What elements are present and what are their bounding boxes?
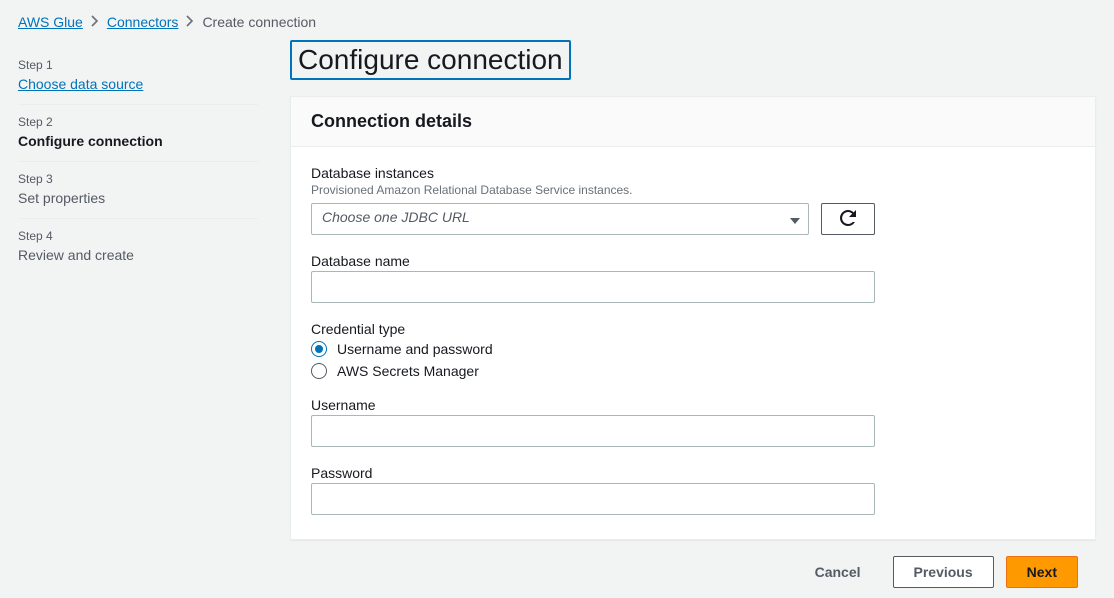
refresh-icon [840,210,856,229]
database-name-field: Database name [311,253,1075,303]
wizard-footer: Cancel Previous Next [290,540,1096,588]
username-field: Username [311,397,1075,447]
caret-down-icon [790,211,800,227]
field-label: Credential type [311,321,1075,337]
username-input[interactable] [311,415,875,447]
step-number: Step 2 [18,115,258,129]
step-title: Review and create [18,247,258,263]
credential-type-field: Credential type Username and password AW… [311,321,1075,379]
breadcrumb-current: Create connection [202,14,316,30]
field-description: Provisioned Amazon Relational Database S… [311,183,1075,197]
step-title: Set properties [18,190,258,206]
database-instances-field: Database instances Provisioned Amazon Re… [311,165,1075,235]
wizard-step-3: Step 3 Set properties [18,162,258,219]
radio-icon [311,341,327,357]
connection-details-panel: Connection details Database instances Pr… [290,96,1096,540]
step-title: Configure connection [18,133,258,149]
wizard-step-2: Step 2 Configure connection [18,105,258,162]
breadcrumb-section[interactable]: Connectors [107,14,179,30]
chevron-right-icon [89,14,101,30]
field-label: Username [311,397,1075,413]
radio-label: Username and password [337,341,493,357]
panel-header: Connection details [291,97,1095,147]
step-number: Step 3 [18,172,258,186]
step-title[interactable]: Choose data source [18,76,258,92]
refresh-button[interactable] [821,203,875,235]
step-number: Step 1 [18,58,258,72]
credential-type-userpass-radio[interactable]: Username and password [311,341,1075,357]
credential-type-secrets-radio[interactable]: AWS Secrets Manager [311,363,1075,379]
next-button[interactable]: Next [1006,556,1078,588]
breadcrumb: AWS Glue Connectors Create connection [0,0,1114,40]
cancel-button[interactable]: Cancel [795,556,881,588]
previous-button[interactable]: Previous [893,556,994,588]
password-input[interactable] [311,483,875,515]
chevron-right-icon [184,14,196,30]
breadcrumb-root[interactable]: AWS Glue [18,14,83,30]
wizard-step-4: Step 4 Review and create [18,219,258,275]
step-number: Step 4 [18,229,258,243]
field-label: Database instances [311,165,1075,181]
radio-icon [311,363,327,379]
select-placeholder: Choose one JDBC URL [322,209,470,225]
wizard-step-1[interactable]: Step 1 Choose data source [18,48,258,105]
page-title: Configure connection [290,40,571,80]
database-instances-select[interactable]: Choose one JDBC URL [311,203,809,235]
radio-label: AWS Secrets Manager [337,363,479,379]
password-field: Password [311,465,1075,515]
database-name-input[interactable] [311,271,875,303]
wizard-steps: Step 1 Choose data source Step 2 Configu… [18,40,258,588]
field-label: Password [311,465,1075,481]
field-label: Database name [311,253,1075,269]
